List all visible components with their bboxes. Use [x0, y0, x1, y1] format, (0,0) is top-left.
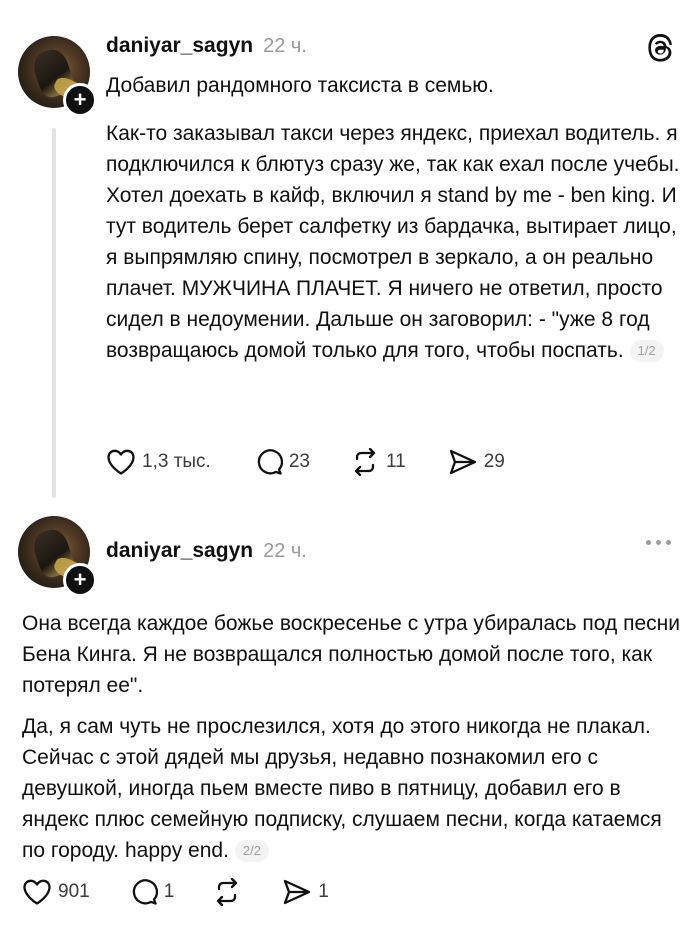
post-actions: 1,3 тыс. 23 11 29 [106, 448, 505, 476]
share-button[interactable]: 29 [448, 448, 505, 476]
follow-plus-icon[interactable]: + [63, 83, 97, 117]
repost-button[interactable] [212, 878, 242, 906]
paragraph-text: Да, я сам чуть не прослезился, хотя до э… [22, 715, 662, 862]
heart-icon [23, 879, 51, 905]
more-dots-icon[interactable] [646, 540, 671, 545]
post-body: Она всегда каждое божье воскресенье с ут… [22, 608, 682, 866]
post-header: daniyar_sagyn 22 ч. [106, 34, 307, 58]
comment-bubble-icon [257, 449, 283, 475]
post-header: daniyar_sagyn 22 ч. [106, 539, 307, 563]
repost-button[interactable]: 11 [350, 448, 406, 476]
share-button[interactable]: 1 [282, 878, 329, 906]
reply-count: 1 [163, 881, 175, 902]
send-paper-plane-icon [449, 449, 476, 475]
comment-bubble-icon [132, 879, 158, 905]
send-paper-plane-icon [284, 879, 311, 905]
username[interactable]: daniyar_sagyn [106, 539, 253, 563]
share-count: 29 [483, 451, 505, 472]
like-button[interactable]: 901 [22, 878, 90, 906]
post-body-text: Как-то заказывал такси через яндекс, при… [106, 122, 680, 362]
thread-line [52, 128, 56, 498]
page-badge: 2/2 [234, 840, 269, 863]
heart-icon [107, 449, 135, 475]
reply-count: 23 [288, 451, 310, 472]
like-count: 901 [58, 881, 90, 902]
threads-logo-icon[interactable] [646, 33, 674, 63]
like-count: 1,3 тыс. [142, 451, 211, 472]
post-body: Как-то заказывал такси через яндекс, при… [106, 118, 684, 366]
like-button[interactable]: 1,3 тыс. [106, 448, 211, 476]
timestamp: 22 ч. [263, 35, 307, 57]
repost-arrows-icon [354, 448, 376, 476]
page-badge: 1/2 [629, 340, 664, 363]
paragraph: Да, я сам чуть не прослезился, хотя до э… [22, 711, 682, 866]
reply-button[interactable]: 23 [255, 448, 310, 476]
post-actions: 901 1 1 [22, 878, 329, 906]
reply-button[interactable]: 1 [130, 878, 175, 906]
username[interactable]: daniyar_sagyn [106, 34, 253, 58]
share-count: 1 [318, 881, 329, 902]
repost-count: 11 [385, 451, 406, 472]
repost-arrows-icon [217, 878, 238, 906]
timestamp: 22 ч. [263, 540, 307, 562]
post-title: Добавил рандомного таксиста в семью. [106, 74, 494, 97]
paragraph: Она всегда каждое божье воскресенье с ут… [22, 612, 680, 697]
follow-plus-icon[interactable]: + [63, 563, 97, 597]
